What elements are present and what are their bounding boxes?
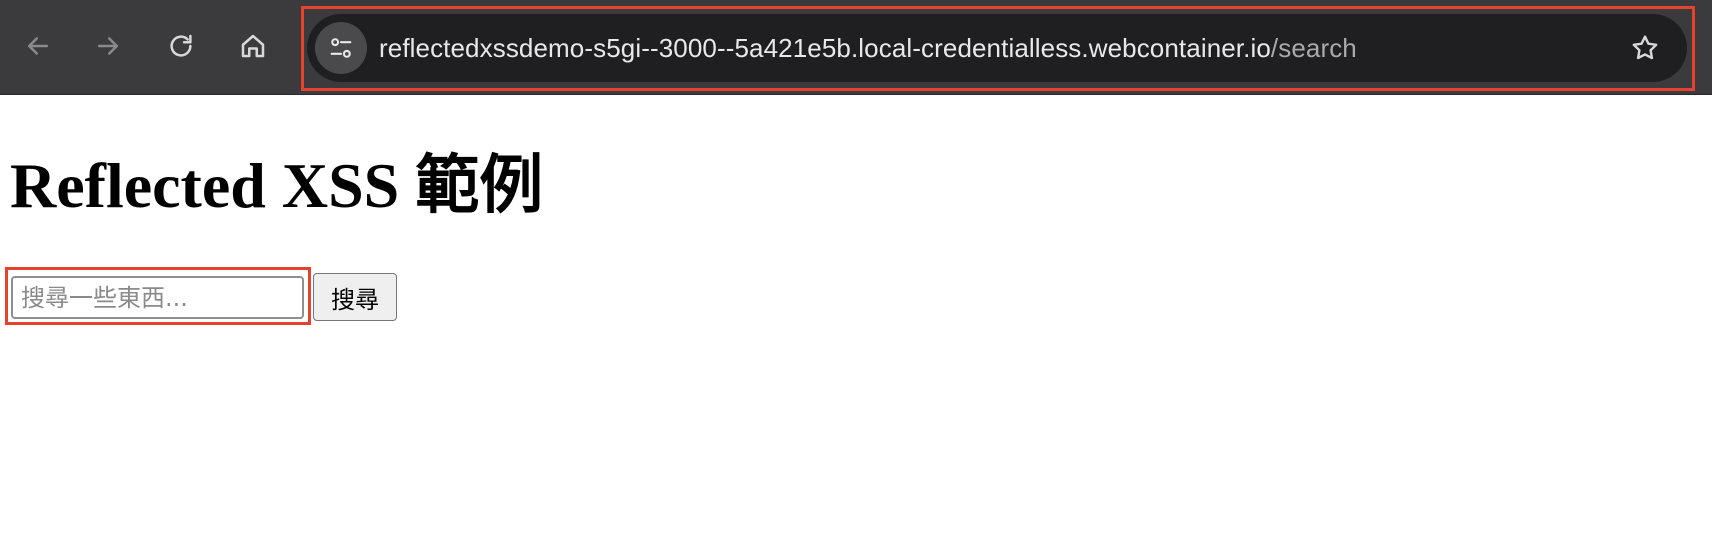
reload-icon (170, 34, 192, 57)
search-input[interactable] (11, 276, 304, 319)
reload-button[interactable] (159, 24, 203, 68)
arrow-right-icon (98, 37, 118, 55)
back-button[interactable] (16, 24, 60, 68)
address-bar-highlight (301, 6, 1695, 91)
search-button[interactable]: 搜尋 (313, 273, 397, 321)
page-title: Reflected XSS 範例 (10, 150, 544, 221)
arrow-left-icon (28, 37, 48, 55)
home-button[interactable] (231, 24, 275, 68)
forward-button[interactable] (86, 24, 130, 68)
home-icon (241, 34, 265, 58)
browser-toolbar: reflectedxssdemo-s5gi--3000--5a421e5b.lo… (0, 0, 1712, 95)
